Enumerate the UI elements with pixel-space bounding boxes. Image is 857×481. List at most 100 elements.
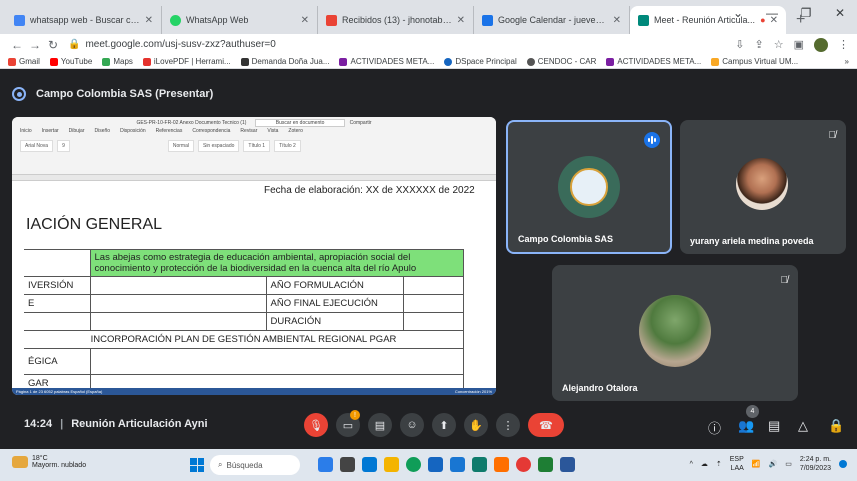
tab-calendar[interactable]: Google Calendar - jueves, 7... ✕ (474, 6, 630, 34)
close-window-icon[interactable]: ✕ (823, 0, 857, 28)
table-row: INCORPORACIÓN PLAN DE GESTIÓN AMBIENTAL … (24, 330, 464, 349)
speaking-indicator-icon (644, 132, 660, 148)
tray-overflow-icon[interactable]: ^ (690, 461, 693, 468)
dj-icon (240, 57, 249, 66)
word-font-size: 9 (57, 140, 70, 152)
lock-icon: 🔒 (68, 39, 81, 50)
cloud-icon[interactable]: ☁ (701, 460, 708, 468)
close-tab-icon[interactable]: ✕ (145, 15, 153, 26)
app-icon[interactable] (472, 457, 487, 472)
maps-icon (102, 57, 111, 66)
youtube-icon (49, 57, 58, 66)
wifi-icon[interactable]: 📶 (752, 460, 761, 468)
teams-icon[interactable] (362, 457, 377, 472)
participant-tile-campo-colombia[interactable]: Campo Colombia SAS (506, 120, 672, 254)
tab-whatsapp-search[interactable]: whatsapp web - Buscar con ... ✕ (6, 6, 162, 34)
bookmark-actividades-2[interactable]: ACTIVIDADES META... (606, 57, 701, 66)
taskbar: 18°C Mayorm. nublado ⌕ Búsqueda ^ ☁ ⇡ ESP L… (0, 449, 857, 481)
file-explorer-icon[interactable] (384, 457, 399, 472)
bookmark-cendoc[interactable]: CENDOC - CAR (526, 57, 596, 66)
weather-widget[interactable]: 18°C Mayorm. nublado (12, 455, 86, 469)
search-icon: ⌕ (218, 460, 223, 469)
table-row: E AÑO FINAL EJECUCIÓN (24, 294, 464, 313)
widgets-icon[interactable] (340, 457, 355, 472)
tab-gmail[interactable]: Recibidos (13) - jhonotabo... ✕ (318, 6, 474, 34)
bookmark-campus[interactable]: Campus Virtual UM... (711, 57, 798, 66)
mic-off-icon: 🎙̸ (780, 275, 789, 286)
address-bar: ← → ↻ 🔒 meet.google.com/usj-susv-zxz?aut… (0, 34, 857, 55)
host-controls-icon[interactable]: 🔒 (828, 418, 844, 434)
bookmark-maps[interactable]: Maps (102, 57, 133, 66)
clock[interactable]: 2:24 p. m. 7/09/2023 (800, 455, 831, 473)
edge-icon[interactable] (406, 457, 421, 472)
meeting-time: 14:24 (24, 418, 53, 430)
bookmarks-overflow-button[interactable]: » (845, 57, 849, 66)
store-icon[interactable] (428, 457, 443, 472)
globe-icon (526, 57, 535, 66)
chrome-icon[interactable] (516, 457, 531, 472)
share-icon[interactable]: ⇪ (755, 38, 764, 51)
volume-icon[interactable]: 🔊 (769, 460, 778, 468)
notification-icon[interactable] (839, 460, 847, 468)
leave-call-button[interactable]: ☎ (528, 413, 564, 437)
participant-tile-yurany[interactable]: 🎙̸ yurany ariela medina poveda (680, 120, 846, 254)
bookmarks-bar: Gmail YouTube Maps iLovePDF | Herrami...… (0, 55, 857, 69)
people-icon[interactable]: 👥 (738, 418, 754, 434)
taskview-icon[interactable] (318, 457, 333, 472)
taskbar-search[interactable]: ⌕ Búsqueda (210, 455, 300, 475)
present-button[interactable]: ⬆ (432, 413, 456, 437)
campo-colombia-logo (558, 156, 620, 218)
table-row: DURACIÓN (24, 312, 464, 331)
meeting-details-icon[interactable]: ⓘ (708, 418, 721, 437)
emoji-button[interactable]: ☺ (400, 413, 424, 437)
tab-whatsapp[interactable]: WhatsApp Web ✕ (162, 6, 318, 34)
ilovepdf-icon (142, 57, 151, 66)
download-icon[interactable]: ⇩ (735, 38, 744, 51)
chat-icon[interactable]: ▤ (768, 418, 780, 434)
word-statusbar: Página 1 de 23 6052 palabras Español (Es… (12, 388, 496, 395)
app2-icon[interactable] (494, 457, 509, 472)
bookmark-dspace[interactable]: DSpace Principal (444, 57, 517, 66)
bookmark-youtube[interactable]: YouTube (49, 57, 92, 66)
bookmark-gmail[interactable]: Gmail (8, 57, 40, 66)
project-title: Las abejas como estrategia de educación … (89, 249, 464, 277)
sidepanel-icon[interactable]: ▣ (794, 38, 804, 51)
bookmark-demanda[interactable]: Demanda Doña Jua... (240, 57, 329, 66)
mic-toggle-button[interactable]: 🎙 (304, 413, 328, 437)
activities-icon[interactable]: △ (798, 418, 808, 434)
dspace-icon (444, 57, 453, 66)
gmail-icon (8, 57, 16, 66)
bookmark-ilovepdf[interactable]: iLovePDF | Herrami... (142, 57, 231, 66)
forms-icon (339, 57, 348, 66)
excel-icon[interactable] (538, 457, 553, 472)
reload-icon[interactable]: ↻ (44, 38, 62, 52)
usb-icon[interactable]: ⇡ (716, 460, 722, 468)
participant-tile-alejandro[interactable]: 🎙̸ Alejandro Otalora (552, 265, 798, 401)
profile-avatar[interactable] (814, 37, 828, 52)
meet-icon (638, 14, 649, 26)
captions-button[interactable]: ▤ (368, 413, 392, 437)
close-tab-icon[interactable]: ✕ (301, 15, 309, 26)
restore-icon[interactable]: ❐ (789, 0, 823, 28)
present-icon (12, 87, 26, 101)
word-font: Arial Nova (20, 140, 54, 152)
url-field[interactable]: 🔒 meet.google.com/usj-susv-zxz?authuser=… (68, 39, 735, 50)
forward-icon[interactable]: → (26, 38, 44, 52)
raise-hand-button[interactable]: ✋ (464, 413, 488, 437)
back-icon[interactable]: ← (8, 38, 26, 52)
bookmark-star-icon[interactable]: ☆ (774, 38, 784, 51)
word-icon[interactable] (560, 457, 575, 472)
keyboard-layout[interactable]: ESP LAA (730, 455, 744, 473)
more-options-button[interactable]: ⋮ (496, 413, 520, 437)
windows-start-icon[interactable] (190, 458, 204, 472)
url-text: meet.google.com/usj-susv-zxz?authuser=0 (85, 39, 276, 50)
mail-icon[interactable] (450, 457, 465, 472)
minimize-icon[interactable]: — (755, 0, 789, 28)
close-tab-icon[interactable]: ✕ (457, 15, 465, 26)
close-tab-icon[interactable]: ✕ (613, 15, 621, 26)
battery-icon[interactable]: ▭ (785, 460, 792, 468)
menu-icon[interactable]: ⋮ (838, 38, 849, 51)
tab-search-icon[interactable]: ⌄ (721, 0, 755, 28)
mic-off-icon: 🎙̸ (828, 130, 837, 141)
bookmark-actividades-1[interactable]: ACTIVIDADES META... (339, 57, 434, 66)
